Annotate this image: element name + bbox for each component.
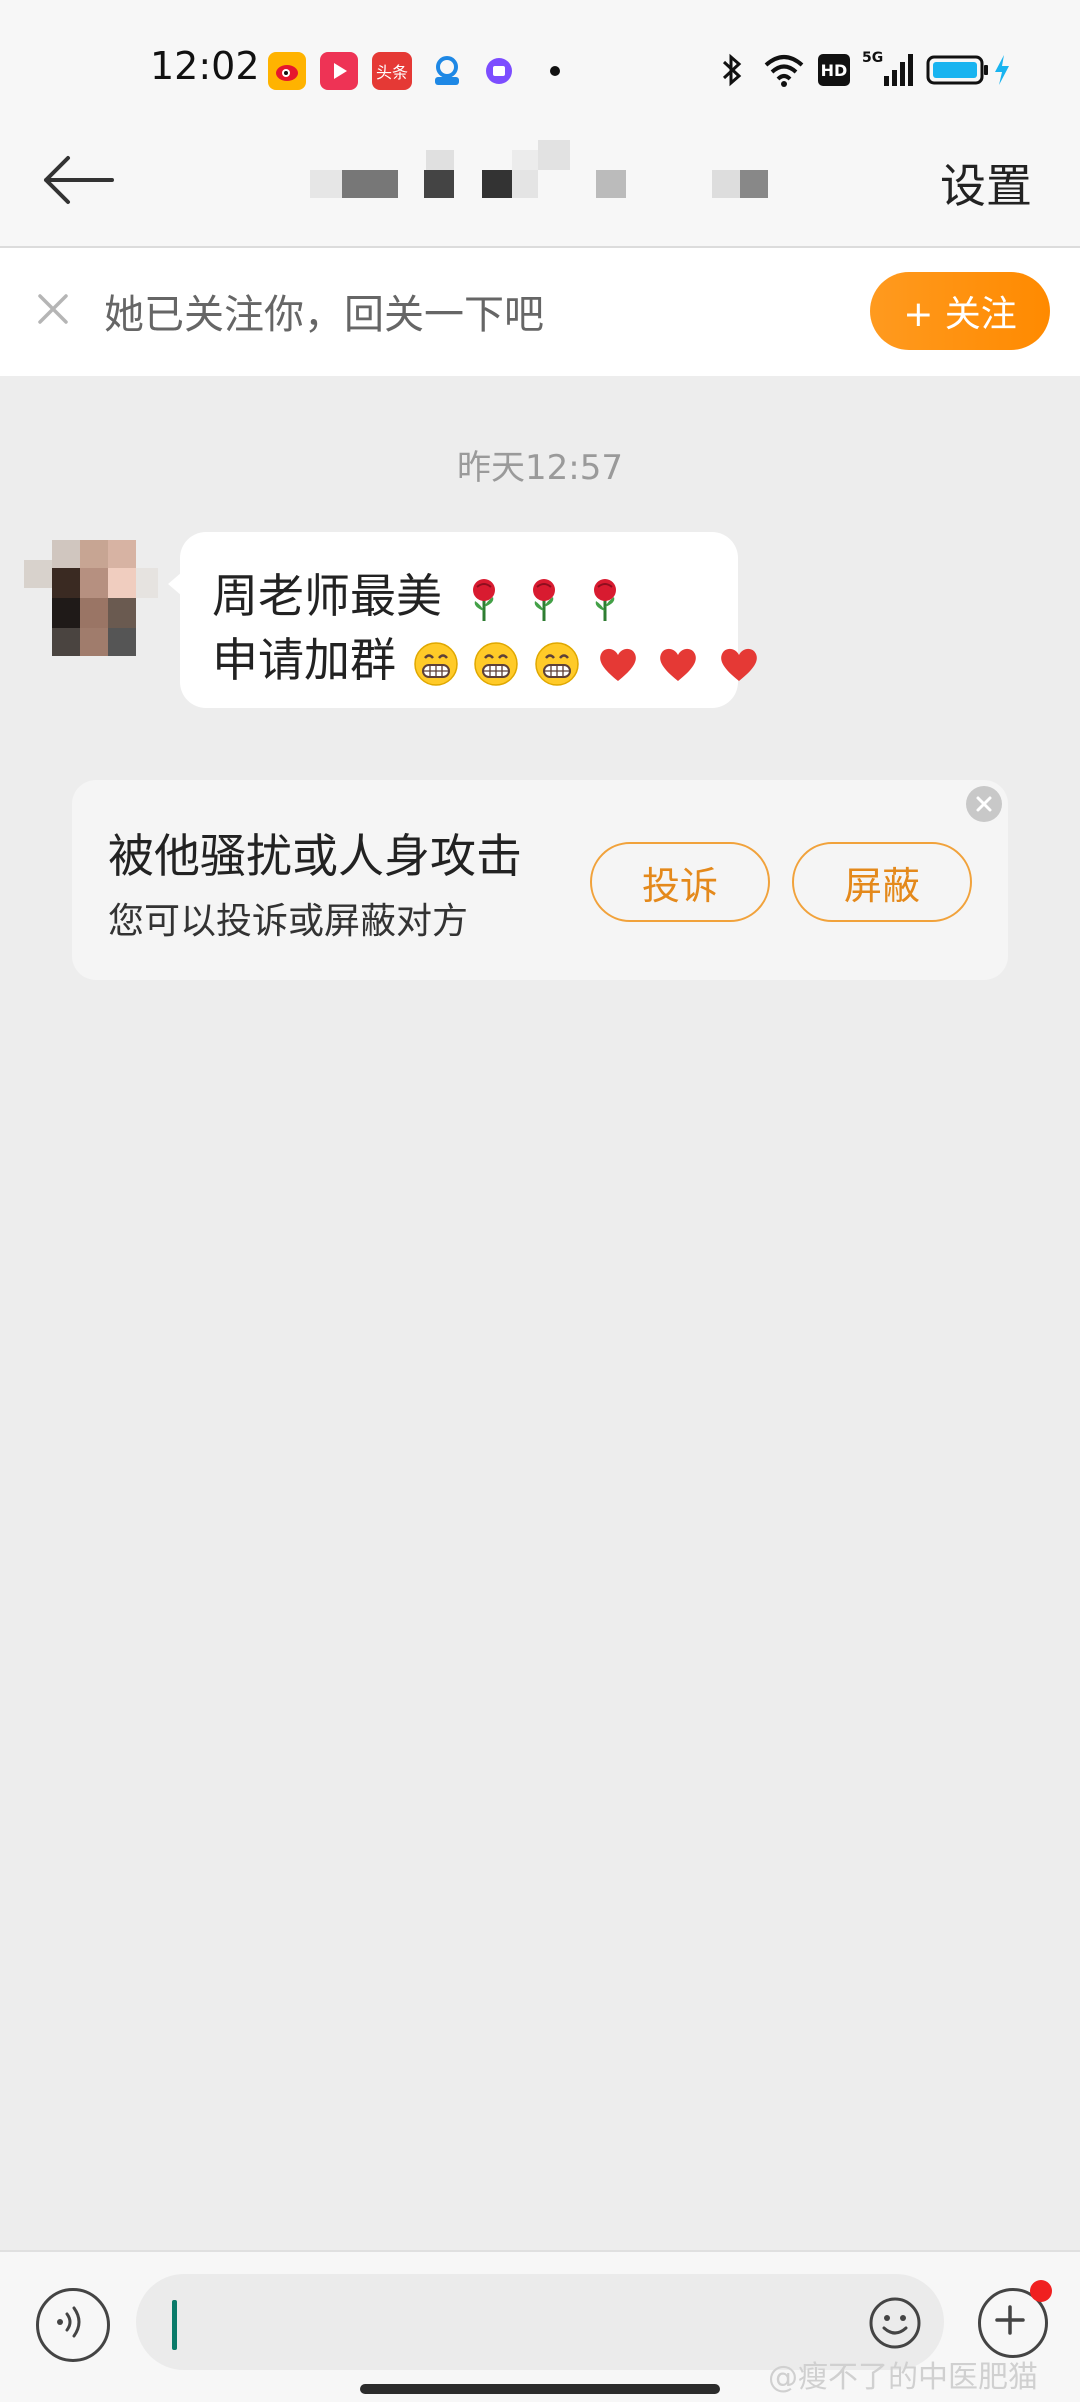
charging-icon: [990, 50, 1014, 90]
emoji-button[interactable]: [868, 2296, 922, 2350]
plus-icon: [995, 2305, 1025, 2335]
message-line-1: 周老师最美: [212, 560, 624, 626]
signal-5g-icon: 5G: [862, 50, 914, 90]
back-button[interactable]: [38, 150, 130, 210]
follow-button[interactable]: + 关注: [870, 272, 1050, 350]
grin-emoji-icon: [413, 641, 459, 687]
heart-emoji-icon: [655, 641, 701, 687]
watermark: @瘦不了的中医肥猫: [768, 2360, 1038, 2395]
home-indicator[interactable]: [360, 2384, 720, 2394]
pixelated-username: [300, 140, 780, 240]
close-icon: [38, 294, 68, 324]
close-banner-button[interactable]: [30, 286, 76, 332]
rose-emoji-icon: [465, 577, 503, 623]
block-button[interactable]: 屏蔽: [792, 842, 972, 922]
rose-emoji-icon: [525, 577, 563, 623]
close-safety-card-button[interactable]: [966, 786, 1002, 822]
bluetooth-icon: [714, 50, 750, 90]
voice-button[interactable]: [36, 2288, 110, 2362]
heart-emoji-icon: [716, 641, 762, 687]
battery-icon: [926, 50, 990, 90]
voice-icon: [57, 2306, 81, 2338]
message-line-2-text: 申请加群: [212, 633, 396, 687]
video-play-icon: [320, 52, 358, 90]
safety-card-subtitle: 您可以投诉或屏蔽对方: [108, 901, 469, 942]
hd-icon: HD: [818, 54, 850, 86]
rose-emoji-icon: [586, 577, 624, 623]
message-bubble[interactable]: 周老师最美 申请加群: [168, 532, 757, 708]
text-caret: [172, 2300, 177, 2350]
network-type-label: 5G: [862, 50, 884, 66]
safety-card-title: 被他骚扰或人身攻击: [108, 829, 522, 883]
grin-emoji-icon: [473, 641, 519, 687]
back-arrow-icon: [44, 156, 114, 204]
notification-dot: [550, 66, 560, 76]
status-time: 12:02: [150, 44, 260, 88]
grin-emoji-icon: [534, 641, 580, 687]
avatar[interactable]: [24, 540, 164, 656]
close-icon: [976, 796, 992, 812]
weibo-icon: [268, 52, 306, 90]
message-line-1-text: 周老师最美: [212, 569, 442, 623]
purple-app-icon: [480, 52, 518, 90]
follow-prompt-text: 她已关注你，回关一下吧: [104, 292, 544, 338]
message-line-2: 申请加群: [212, 624, 762, 690]
message-timestamp: 昨天12:57: [457, 448, 623, 488]
app-icon: [428, 52, 466, 90]
toutiao-icon: 头条: [372, 52, 412, 90]
wifi-icon: [760, 50, 808, 90]
notification-badge: [1030, 2280, 1052, 2302]
emoji-icon: [869, 2297, 921, 2349]
report-button[interactable]: 投诉: [590, 842, 770, 922]
heart-emoji-icon: [595, 641, 641, 687]
settings-button[interactable]: 设置: [940, 150, 1032, 216]
